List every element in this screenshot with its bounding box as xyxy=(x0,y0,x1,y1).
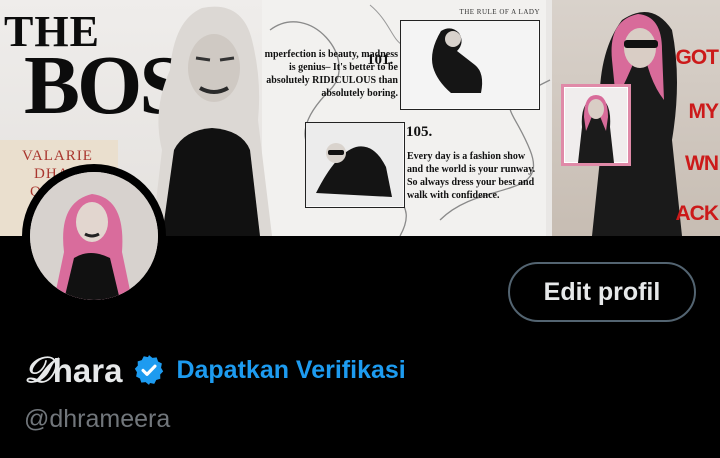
pink-frame-figure xyxy=(578,95,614,163)
rule-101-figure xyxy=(401,21,538,108)
rule-105-text: Every day is a fashion show and the worl… xyxy=(407,151,536,201)
profile-name-row: 𝒟hara Dapatkan Verifikasi xyxy=(24,348,406,392)
profile-avatar[interactable] xyxy=(22,164,166,308)
card-line-1: VALARIE xyxy=(22,148,93,164)
edit-profile-button[interactable]: Edit profil xyxy=(508,262,696,322)
display-name-rest: hara xyxy=(52,351,123,389)
rule-101-photo xyxy=(400,20,540,110)
avatar-figure xyxy=(30,172,158,300)
red-word-4: ACK xyxy=(675,202,719,225)
verified-badge-icon[interactable] xyxy=(132,353,166,387)
red-word-3: WN xyxy=(685,152,719,175)
rule-105-number: 105. xyxy=(406,124,433,140)
red-word-1: GOT xyxy=(675,46,719,69)
display-name: 𝒟hara xyxy=(24,349,122,392)
get-verified-link[interactable]: Dapatkan Verifikasi xyxy=(176,356,405,385)
banner-pink-photo-frame xyxy=(561,84,631,166)
rule-105-figure xyxy=(306,123,403,206)
rule-105-photo xyxy=(305,122,405,208)
display-name-initial: 𝒟 xyxy=(24,349,53,390)
avatar-image xyxy=(30,172,158,300)
profile-handle: @dhrameera xyxy=(24,405,171,433)
red-word-2: MY xyxy=(688,100,719,123)
